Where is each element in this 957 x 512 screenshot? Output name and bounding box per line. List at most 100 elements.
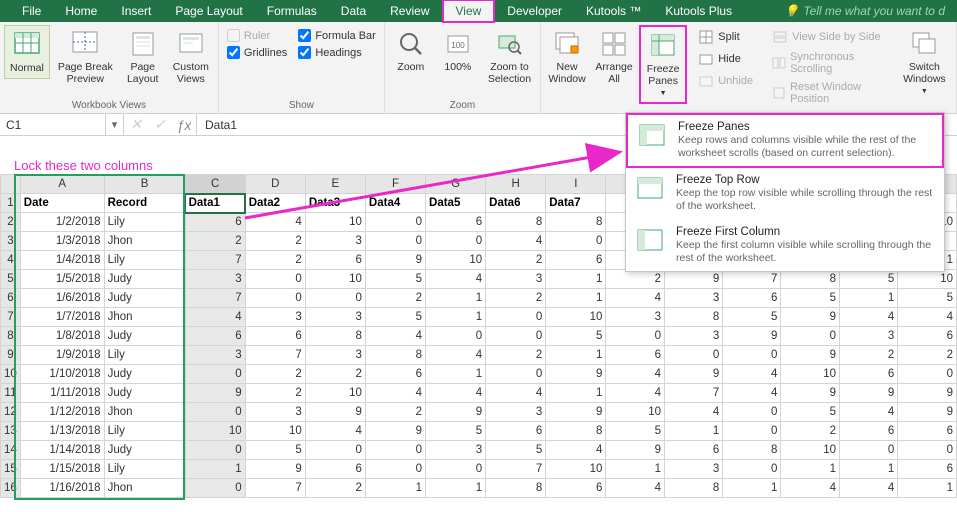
cell[interactable]: 9	[665, 365, 723, 384]
cell[interactable]: 9	[305, 403, 365, 422]
reset-position-button[interactable]: Reset Window Position	[768, 79, 890, 107]
cell[interactable]: 1/8/2018	[20, 327, 104, 346]
cell[interactable]: 6	[305, 251, 365, 270]
cell[interactable]: 2	[245, 365, 305, 384]
cell[interactable]: 0	[185, 365, 245, 384]
hide-button[interactable]: Hide	[694, 49, 757, 69]
column-header-E[interactable]: E	[305, 175, 365, 194]
tab-data[interactable]: Data	[329, 1, 378, 21]
cell[interactable]: 0	[365, 232, 425, 251]
cell[interactable]: 0	[898, 365, 957, 384]
cell[interactable]: 4	[185, 308, 245, 327]
cell[interactable]: 1	[546, 384, 606, 403]
cell[interactable]: 9	[839, 384, 897, 403]
custom-views-button[interactable]: Custom Views	[168, 25, 214, 88]
freeze-first-column-option[interactable]: Freeze First Column Keep the first colum…	[626, 220, 944, 271]
cell[interactable]: 3	[245, 308, 305, 327]
cell[interactable]: 0	[723, 460, 781, 479]
cell[interactable]: 1	[426, 365, 486, 384]
cell[interactable]: 2	[245, 384, 305, 403]
cell[interactable]: 1/7/2018	[20, 308, 104, 327]
cell[interactable]: 5	[781, 289, 840, 308]
cell[interactable]: 1/6/2018	[20, 289, 104, 308]
cell[interactable]: 3	[606, 308, 665, 327]
cell[interactable]: 1/9/2018	[20, 346, 104, 365]
cell[interactable]: 0	[305, 441, 365, 460]
cell[interactable]: 4	[245, 213, 305, 232]
cell[interactable]: 0	[365, 441, 425, 460]
cell[interactable]: 2	[365, 289, 425, 308]
select-all-corner[interactable]	[1, 175, 21, 194]
column-header-B[interactable]: B	[104, 175, 185, 194]
cell[interactable]: 1/11/2018	[20, 384, 104, 403]
cell[interactable]: 1	[665, 422, 723, 441]
page-break-preview-button[interactable]: Page Break Preview	[53, 25, 118, 88]
cell[interactable]: 7	[665, 384, 723, 403]
cell[interactable]: 4	[426, 384, 486, 403]
cell[interactable]: 9	[365, 422, 425, 441]
cell[interactable]: 0	[305, 289, 365, 308]
cell[interactable]: 4	[606, 289, 665, 308]
cell[interactable]: 0	[723, 403, 781, 422]
cell[interactable]: 9	[665, 270, 723, 289]
cell[interactable]: 4	[839, 308, 897, 327]
cell[interactable]: 1	[839, 460, 897, 479]
row-header-4[interactable]: 4	[1, 251, 21, 270]
cell[interactable]: Jhon	[104, 308, 185, 327]
cell[interactable]: 5	[426, 422, 486, 441]
cell[interactable]: Judy	[104, 327, 185, 346]
cell[interactable]: 10	[546, 308, 606, 327]
row-header-10[interactable]: 10	[1, 365, 21, 384]
cell[interactable]: 7	[185, 289, 245, 308]
zoom-selection-button[interactable]: Zoom to Selection	[483, 25, 536, 88]
cell[interactable]: 2	[305, 479, 365, 498]
cell[interactable]: 0	[365, 460, 425, 479]
cell[interactable]: Judy	[104, 384, 185, 403]
cell[interactable]: 2	[486, 251, 546, 270]
cell[interactable]: 6	[898, 460, 957, 479]
cell[interactable]: 9	[898, 384, 957, 403]
cell[interactable]: 1/10/2018	[20, 365, 104, 384]
column-header-A[interactable]: A	[20, 175, 104, 194]
cell[interactable]: 10	[305, 213, 365, 232]
cell[interactable]: 6	[365, 365, 425, 384]
column-header-I[interactable]: I	[546, 175, 606, 194]
name-box[interactable]: C1	[0, 114, 106, 135]
cell[interactable]: 3	[185, 346, 245, 365]
switch-windows-button[interactable]: Switch Windows ▼	[897, 25, 952, 100]
cell[interactable]: 10	[546, 460, 606, 479]
cell[interactable]: 8	[486, 479, 546, 498]
cell[interactable]: 8	[365, 346, 425, 365]
cell[interactable]: 9	[245, 460, 305, 479]
cell[interactable]: 9	[723, 327, 781, 346]
formula-bar-checkbox[interactable]: Formula Bar	[298, 29, 376, 42]
cell[interactable]: 1	[898, 479, 957, 498]
row-header-16[interactable]: 16	[1, 479, 21, 498]
tab-kutools-plus[interactable]: Kutools Plus	[653, 1, 744, 21]
cell[interactable]: 7	[245, 479, 305, 498]
cell[interactable]: 8	[781, 270, 840, 289]
cell[interactable]: 2	[245, 251, 305, 270]
unhide-button[interactable]: Unhide	[694, 71, 757, 91]
tab-developer[interactable]: Developer	[495, 1, 574, 21]
cell[interactable]: 1/15/2018	[20, 460, 104, 479]
cell[interactable]: 4	[606, 365, 665, 384]
cell[interactable]: 10	[185, 422, 245, 441]
fx-icon[interactable]: ƒx	[172, 117, 196, 133]
cell[interactable]: 3	[305, 232, 365, 251]
freeze-panes-button[interactable]: Freeze Panes ▼	[639, 25, 687, 104]
cell[interactable]: 9	[185, 384, 245, 403]
cell[interactable]: 2	[486, 346, 546, 365]
cell[interactable]: 4	[723, 384, 781, 403]
cell[interactable]: 5	[365, 308, 425, 327]
column-header-D[interactable]: D	[245, 175, 305, 194]
cell[interactable]: 8	[665, 308, 723, 327]
cell[interactable]: 5	[486, 441, 546, 460]
cell[interactable]: 9	[781, 308, 840, 327]
tab-page-layout[interactable]: Page Layout	[163, 1, 254, 21]
cell[interactable]: Data2	[245, 194, 305, 213]
cell[interactable]: Jhon	[104, 403, 185, 422]
cell[interactable]: 4	[305, 422, 365, 441]
cell[interactable]: 3	[486, 403, 546, 422]
cell[interactable]: 4	[365, 384, 425, 403]
